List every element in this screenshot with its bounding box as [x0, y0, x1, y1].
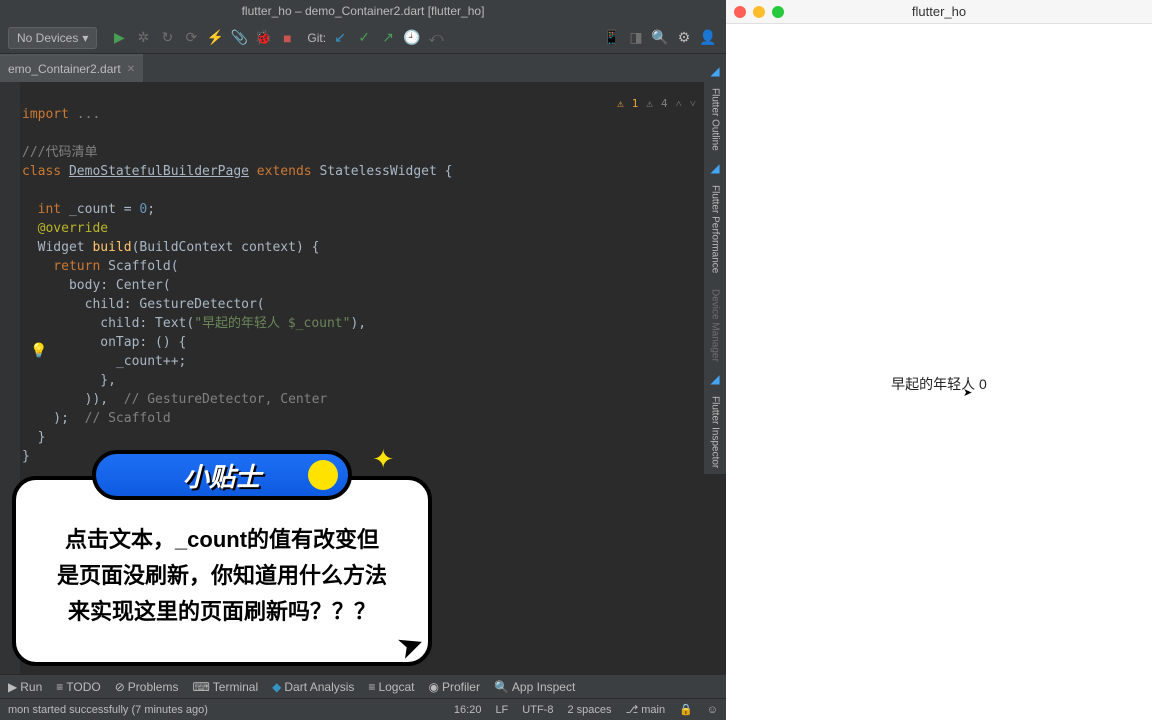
- git-push-icon[interactable]: ↗: [378, 28, 398, 48]
- file-tab[interactable]: emo_Container2.dart ✕: [0, 54, 143, 82]
- tip-header: 小贴士: [92, 450, 352, 500]
- run-tab[interactable]: ▶Run: [8, 680, 42, 694]
- search-icon[interactable]: 🔍: [650, 28, 670, 48]
- flutter-icon: ◢: [708, 161, 722, 175]
- git-label: Git:: [307, 31, 326, 45]
- flutter-outline-tab[interactable]: Flutter Outline: [708, 82, 723, 157]
- flutter-inspector-tab[interactable]: Flutter Inspector: [708, 390, 723, 474]
- bottom-tool-bar: ▶Run ≡TODO ⊘Problems ⌨Terminal ◆Dart Ana…: [0, 674, 726, 698]
- settings-icon[interactable]: ⚙: [674, 28, 694, 48]
- logcat-tab[interactable]: ≡Logcat: [368, 680, 414, 694]
- nav-down-icon[interactable]: ˅: [690, 94, 696, 113]
- file-tab-label: emo_Container2.dart: [8, 62, 121, 76]
- chevron-down-icon: ▾: [82, 31, 88, 45]
- tip-title: 小贴士: [183, 457, 261, 494]
- weak-warning-icon: ⚠: [646, 94, 653, 113]
- warning-icon: ⚠: [617, 94, 624, 113]
- todo-tab[interactable]: ≡TODO: [56, 680, 100, 694]
- simulator-title: flutter_ho: [912, 4, 966, 19]
- git-pull-icon[interactable]: ↙: [330, 28, 350, 48]
- simulator-window: flutter_ho 早起的年轻人 0 ➤: [726, 0, 1152, 720]
- profiler-icon: ◉: [428, 680, 438, 694]
- rerun-icon[interactable]: ↻: [157, 28, 177, 48]
- tip-overlay: ✦ 小贴士 点击文本，_count的值有改变但 是页面没刷新，你知道用什么方法 …: [12, 450, 432, 666]
- gear-run-icon[interactable]: ✲: [133, 28, 153, 48]
- cube-icon[interactable]: ◨: [626, 28, 646, 48]
- flutter-performance-tab[interactable]: Flutter Performance: [708, 179, 723, 279]
- weak-warning-count: 4: [661, 94, 668, 113]
- encoding[interactable]: UTF-8: [522, 704, 553, 716]
- terminal-tab[interactable]: ⌨Terminal: [192, 680, 258, 694]
- right-tool-strip: ◢ Flutter Outline ◢ Flutter Performance …: [704, 60, 726, 474]
- dart-icon: ◆: [272, 680, 281, 694]
- logcat-icon: ≡: [368, 680, 375, 694]
- close-icon[interactable]: ✕: [127, 64, 135, 75]
- status-bar: mon started successfully (7 minutes ago)…: [0, 698, 726, 720]
- problems-icon: ⊘: [115, 680, 125, 694]
- intention-bulb-icon[interactable]: 💡: [30, 342, 47, 361]
- maximize-window-icon[interactable]: [772, 6, 784, 18]
- simulator-titlebar: flutter_ho: [726, 0, 1152, 24]
- inspection-badge[interactable]: ⚠ 1 ⚠ 4 ˄ ˅: [617, 94, 696, 113]
- close-window-icon[interactable]: [734, 6, 746, 18]
- indent[interactable]: 2 spaces: [567, 704, 611, 716]
- stop-icon[interactable]: ■: [277, 28, 297, 48]
- inspect-icon: 🔍: [494, 680, 509, 694]
- hot-reload-icon[interactable]: ⚡: [205, 28, 225, 48]
- rollback-icon[interactable]: ⤺: [426, 28, 446, 48]
- device-manager-tab[interactable]: Device Manager: [708, 283, 723, 368]
- warning-count: 1: [632, 94, 639, 113]
- device-dropdown[interactable]: No Devices ▾: [8, 27, 97, 49]
- history-icon[interactable]: 🕘: [402, 28, 422, 48]
- app-text[interactable]: 早起的年轻人 0: [891, 374, 987, 394]
- cursor-position[interactable]: 16:20: [454, 704, 482, 716]
- debug-icon[interactable]: 🐞: [253, 28, 273, 48]
- sparkle-icon: ✦: [372, 444, 394, 475]
- ide-titlebar: flutter_ho – demo_Container2.dart [flutt…: [0, 0, 726, 22]
- run-icon: ▶: [8, 680, 17, 694]
- status-message: mon started successfully (7 minutes ago): [8, 704, 208, 716]
- minimize-window-icon[interactable]: [753, 6, 765, 18]
- profiler-tab[interactable]: ◉Profiler: [428, 680, 480, 694]
- terminal-icon: ⌨: [192, 680, 209, 694]
- avatar-icon[interactable]: 👤: [698, 28, 718, 48]
- nav-up-icon[interactable]: ˄: [676, 94, 682, 113]
- device-frame-icon[interactable]: 📱: [602, 28, 622, 48]
- flutter-icon: ◢: [708, 372, 722, 386]
- pointer-cursor-icon: ➤: [391, 623, 429, 668]
- ide-toolbar: No Devices ▾ ▶ ✲ ↻ ⟳ ⚡ 📎 🐞 ■ Git: ↙ ✓ ↗ …: [0, 22, 726, 54]
- face-icon[interactable]: ☺: [707, 704, 718, 716]
- device-dropdown-label: No Devices: [17, 31, 78, 45]
- git-branch[interactable]: ⎇ main: [625, 703, 665, 716]
- flutter-icon: ◢: [708, 64, 722, 78]
- lock-icon[interactable]: 🔒: [679, 703, 693, 716]
- run-icon[interactable]: ▶: [109, 28, 129, 48]
- app-inspection-tab[interactable]: 🔍App Inspect: [494, 680, 575, 694]
- line-separator[interactable]: LF: [495, 704, 508, 716]
- dart-analysis-tab[interactable]: ◆Dart Analysis: [272, 680, 354, 694]
- todo-icon: ≡: [56, 680, 63, 694]
- editor-tab-bar: emo_Container2.dart ✕: [0, 54, 726, 82]
- git-commit-icon[interactable]: ✓: [354, 28, 374, 48]
- restart-icon[interactable]: ⟳: [181, 28, 201, 48]
- tip-body: 点击文本，_count的值有改变但 是页面没刷新，你知道用什么方法 来实现这里的…: [12, 476, 432, 666]
- problems-tab[interactable]: ⊘Problems: [115, 680, 179, 694]
- attach-icon[interactable]: 📎: [229, 28, 249, 48]
- tip-text: 点击文本，_count的值有改变但 是页面没刷新，你知道用什么方法 来实现这里的…: [38, 522, 406, 630]
- mouse-cursor-icon: ➤: [963, 386, 972, 399]
- app-body[interactable]: 早起的年轻人 0 ➤: [726, 24, 1152, 720]
- code-content: import ... ///代码清单 class DemoStatefulBui…: [0, 82, 726, 489]
- yellow-dot-icon: [308, 460, 338, 490]
- ide-title: flutter_ho – demo_Container2.dart [flutt…: [242, 4, 485, 18]
